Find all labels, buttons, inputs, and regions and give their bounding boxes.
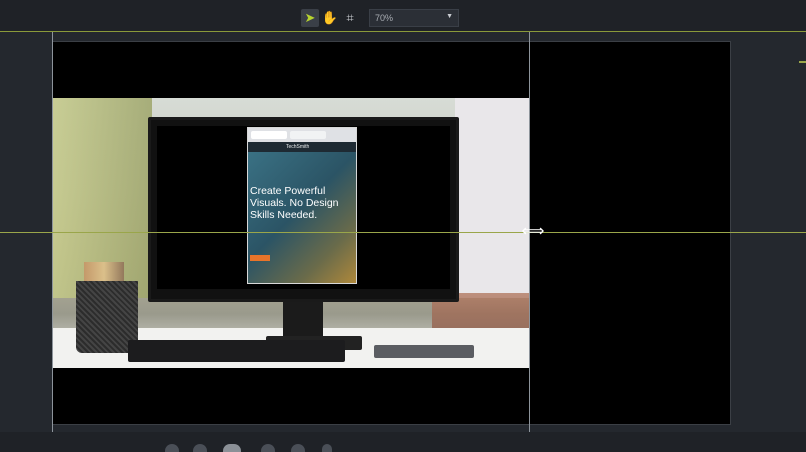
resize-cursor-icon: ⟺: [521, 223, 545, 240]
previous-button[interactable]: [193, 444, 207, 452]
chevron-down-icon: ▼: [446, 13, 453, 20]
zoom-dropdown[interactable]: 70% ▼: [369, 9, 459, 27]
loop-button[interactable]: [322, 444, 332, 452]
arrow-icon: ➤: [304, 10, 316, 25]
step-back-button[interactable]: [165, 444, 179, 452]
website-screenshot-clip[interactable]: TechSmith Create Powerful Visuals. No De…: [247, 127, 357, 284]
guide-line-horizontal[interactable]: [0, 232, 806, 233]
browser-tab: [290, 131, 326, 139]
playback-bar: [0, 432, 806, 452]
site-brand: TechSmith: [286, 144, 310, 150]
site-nav: TechSmith: [248, 142, 356, 152]
canvas-toolbar: ➤ ✋ ⌗ 70% ▼: [0, 0, 806, 34]
keyboard-image: [128, 340, 345, 362]
pan-tool-icon[interactable]: ✋: [321, 9, 339, 27]
browser-tab: [251, 131, 287, 139]
zoom-value: 70%: [375, 13, 394, 23]
next-button[interactable]: [261, 444, 275, 452]
crop-icon: ⌗: [346, 10, 354, 25]
step-forward-button[interactable]: [291, 444, 305, 452]
play-button[interactable]: [223, 444, 241, 452]
select-tool-icon[interactable]: ➤: [301, 9, 319, 27]
background-wall: [455, 98, 530, 298]
hand-icon: ✋: [321, 10, 339, 25]
hero-cta-button: [250, 255, 270, 261]
browser-chrome: [248, 128, 356, 142]
trackpad-image: [374, 345, 474, 358]
hero-headline: Create Powerful Visuals. No Design Skill…: [250, 185, 339, 221]
crop-tool-icon[interactable]: ⌗: [341, 9, 359, 27]
guide-marker-right: [799, 61, 806, 63]
editor-app: ➤ ✋ ⌗ 70% ▼ TechSmith Create Powerful Vi…: [0, 0, 806, 452]
monitor-stand: [283, 300, 323, 340]
